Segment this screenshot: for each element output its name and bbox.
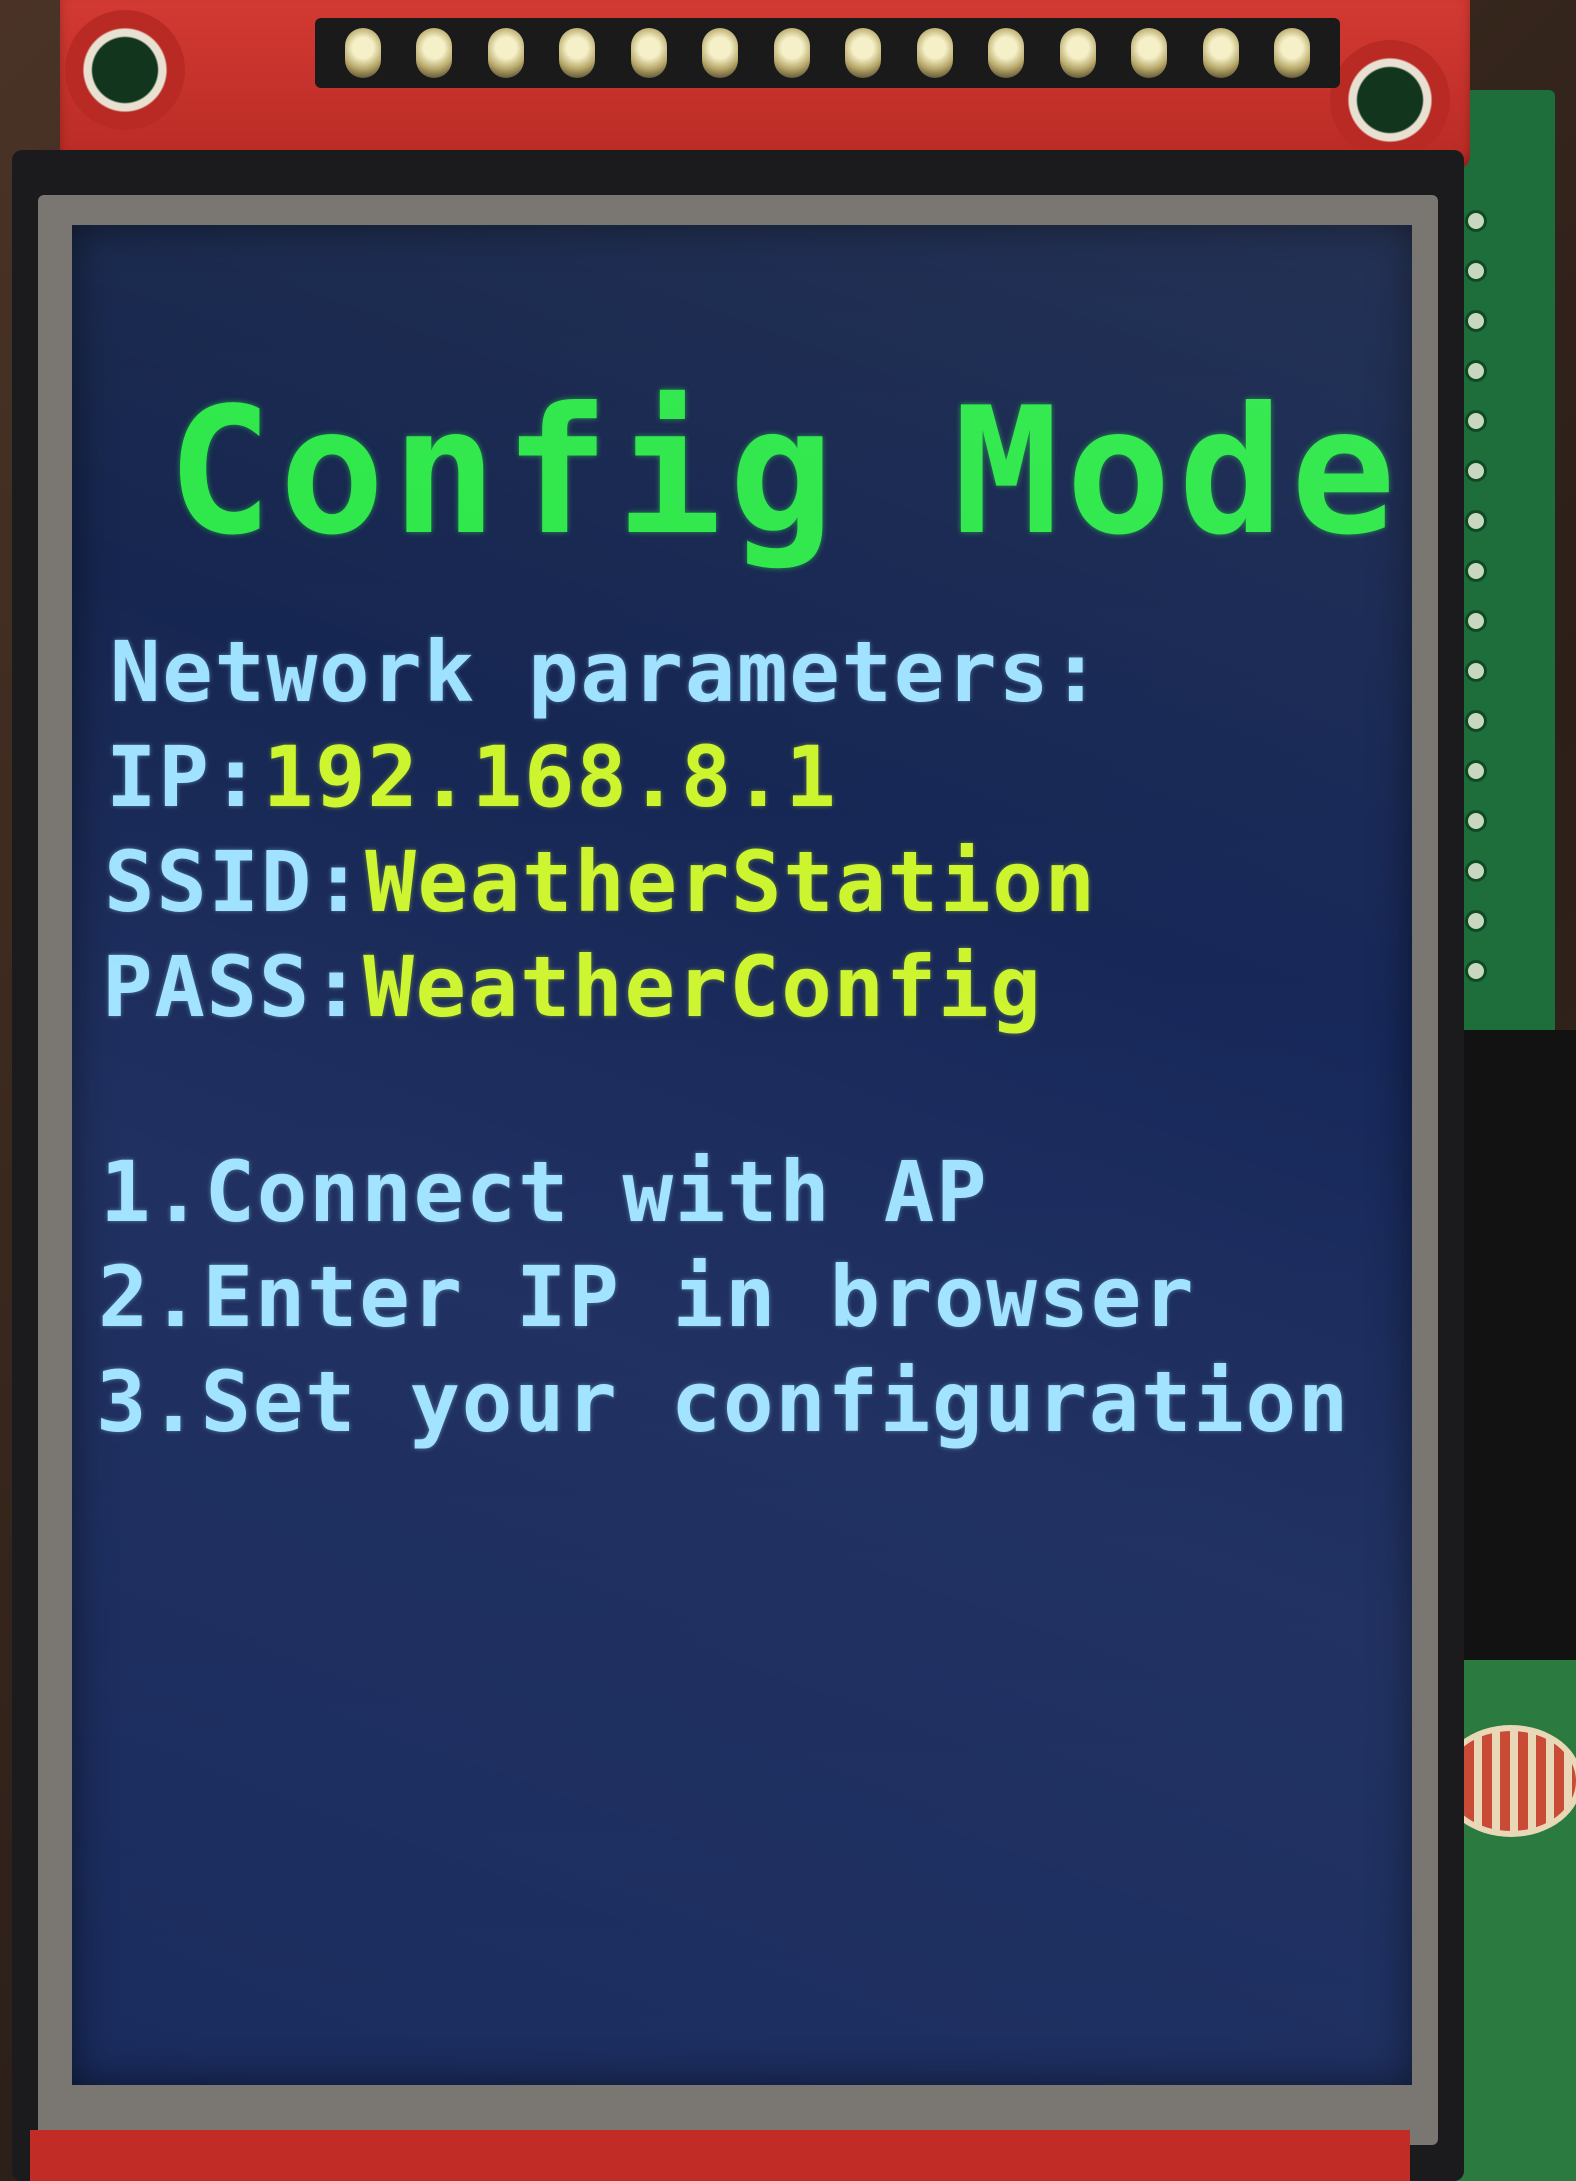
- ip-label: IP:: [106, 728, 263, 826]
- pcb-hole: [1465, 360, 1487, 382]
- pcb-hole: [1465, 610, 1487, 632]
- pin-icon: [702, 28, 739, 78]
- pin-icon: [487, 28, 524, 78]
- pcb-hole: [1465, 660, 1487, 682]
- pcb-hole: [1465, 960, 1487, 982]
- config-mode-title: Config Mode: [167, 371, 1403, 574]
- pcb-hole: [1465, 460, 1487, 482]
- pcb-hole: [1465, 510, 1487, 532]
- pcb-hole: [1465, 910, 1487, 932]
- ip-line: IP:192.168.8.1: [106, 735, 838, 819]
- ssid-value: WeatherStation: [365, 833, 1097, 931]
- ssid-line: SSID:WeatherStation: [104, 840, 1097, 924]
- pcb-hole: [1465, 710, 1487, 732]
- pin-icon: [416, 28, 453, 78]
- pin-icon: [1202, 28, 1239, 78]
- pin-icon: [845, 28, 882, 78]
- pcb-hole: [1465, 310, 1487, 332]
- pin-icon: [559, 28, 596, 78]
- pcb-hole: [1465, 860, 1487, 882]
- pin-icon: [1274, 28, 1311, 78]
- pcb-hole: [1465, 210, 1487, 232]
- pin-icon: [630, 28, 667, 78]
- red-pcb-header: [60, 0, 1470, 170]
- pcb-hole: [1465, 560, 1487, 582]
- pin-icon: [1059, 28, 1096, 78]
- pcb-hole: [1465, 260, 1487, 282]
- mount-hole-right: [1330, 40, 1450, 160]
- pass-label: PASS:: [102, 938, 364, 1036]
- step-item: 2.Enter IP in browser: [98, 1248, 1196, 1346]
- pcb-hole: [1465, 410, 1487, 432]
- pass-line: PASS:WeatherConfig: [102, 945, 1043, 1029]
- pcb-hole: [1465, 760, 1487, 782]
- ip-value: 192.168.8.1: [262, 728, 838, 826]
- step-item: 1.Connect with AP: [100, 1143, 989, 1241]
- pcb-hole: [1465, 810, 1487, 832]
- step-item: 3.Set your configuration: [96, 1353, 1351, 1451]
- pin-icon: [344, 28, 381, 78]
- network-parameters-heading: Network parameters:: [110, 623, 1103, 721]
- red-pcb-bottom: [30, 2130, 1410, 2181]
- ssid-label: SSID:: [104, 833, 366, 931]
- pass-value: WeatherConfig: [363, 938, 1043, 1036]
- pin-icon: [1131, 28, 1168, 78]
- pin-icon: [916, 28, 953, 78]
- pin-header: [315, 18, 1340, 88]
- pin-icon: [988, 28, 1025, 78]
- pin-icon: [773, 28, 810, 78]
- lcd-screen: Config Mode Network parameters: IP:192.1…: [72, 225, 1412, 2085]
- photo-scene: Config Mode Network parameters: IP:192.1…: [0, 0, 1576, 2181]
- mount-hole-left: [65, 10, 185, 130]
